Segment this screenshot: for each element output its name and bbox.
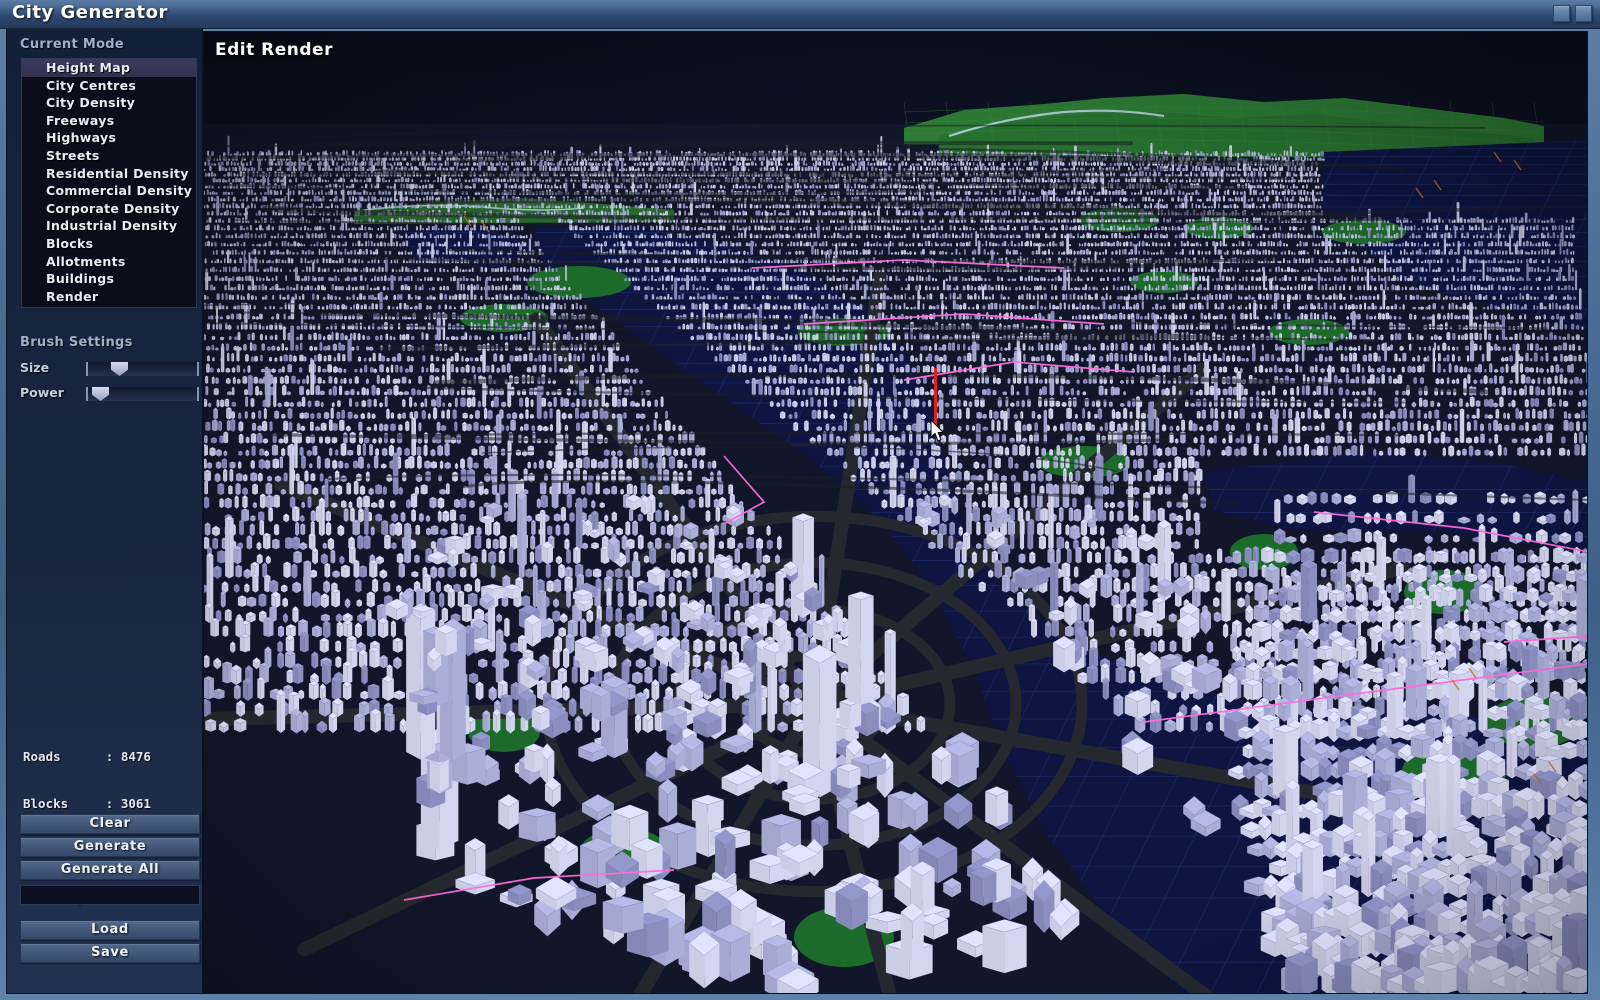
mode-item-city-density[interactable]: City Density bbox=[22, 94, 196, 112]
save-button[interactable]: Save bbox=[20, 943, 200, 963]
mode-item-highways[interactable]: Highways bbox=[22, 129, 196, 147]
mouse-pointer-icon bbox=[931, 420, 945, 442]
mode-item-allotments[interactable]: Allotments bbox=[22, 253, 196, 271]
city-render-scene bbox=[204, 32, 1587, 993]
render-viewport[interactable]: Edit Render bbox=[203, 31, 1588, 994]
brush-size-slider[interactable] bbox=[86, 362, 199, 376]
brush-power-label: Power bbox=[20, 385, 82, 400]
mode-item-industrial-density[interactable]: Industrial Density bbox=[22, 217, 196, 235]
brush-size-handle[interactable] bbox=[111, 362, 128, 376]
mode-item-residential-density[interactable]: Residential Density bbox=[22, 165, 196, 183]
mode-item-streets[interactable]: Streets bbox=[22, 147, 196, 165]
title-bar: City Generator bbox=[0, 0, 1600, 29]
control-panel: Current Mode Height Map City Centres City … bbox=[6, 29, 203, 994]
mode-item-commercial-density[interactable]: Commercial Density bbox=[22, 182, 196, 200]
mode-item-height-map[interactable]: Height Map bbox=[22, 59, 196, 77]
brush-power-slider[interactable] bbox=[86, 387, 199, 401]
progress-bar bbox=[20, 885, 200, 905]
restore-window-button[interactable] bbox=[1553, 5, 1570, 22]
viewport-mode-overlay: Edit Render bbox=[215, 40, 333, 60]
generate-all-button[interactable]: Generate All bbox=[20, 860, 200, 880]
stat-roads: Roads : 8476 bbox=[23, 749, 158, 765]
clear-button[interactable]: Clear bbox=[20, 814, 200, 834]
close-window-button[interactable] bbox=[1575, 5, 1592, 22]
mode-list[interactable]: Height Map City Centres City Density Freewa… bbox=[21, 58, 197, 308]
brush-power-row: Power bbox=[20, 385, 200, 403]
mode-item-corporate-density[interactable]: Corporate Density bbox=[22, 200, 196, 218]
generate-button[interactable]: Generate bbox=[20, 837, 200, 857]
brush-size-label: Size bbox=[20, 360, 82, 375]
mode-item-blocks[interactable]: Blocks bbox=[22, 235, 196, 253]
stat-blocks: Blocks : 3061 bbox=[23, 796, 158, 812]
app-window: City Generator Current Mode Height Map Ci… bbox=[0, 0, 1600, 1000]
mode-item-city-centres[interactable]: City Centres bbox=[22, 77, 196, 95]
mode-item-render[interactable]: Render bbox=[22, 288, 196, 306]
window-title: City Generator bbox=[12, 2, 168, 23]
mode-item-buildings[interactable]: Buildings bbox=[22, 270, 196, 288]
brush-size-row: Size bbox=[20, 360, 200, 378]
mode-item-freeways[interactable]: Freeways bbox=[22, 112, 196, 130]
current-mode-label: Current Mode bbox=[20, 37, 124, 52]
brush-settings-label: Brush Settings bbox=[20, 335, 133, 350]
brush-power-handle[interactable] bbox=[92, 387, 109, 401]
load-button[interactable]: Load bbox=[20, 920, 200, 940]
window-body: Current Mode Height Map City Centres City … bbox=[0, 29, 1600, 1000]
